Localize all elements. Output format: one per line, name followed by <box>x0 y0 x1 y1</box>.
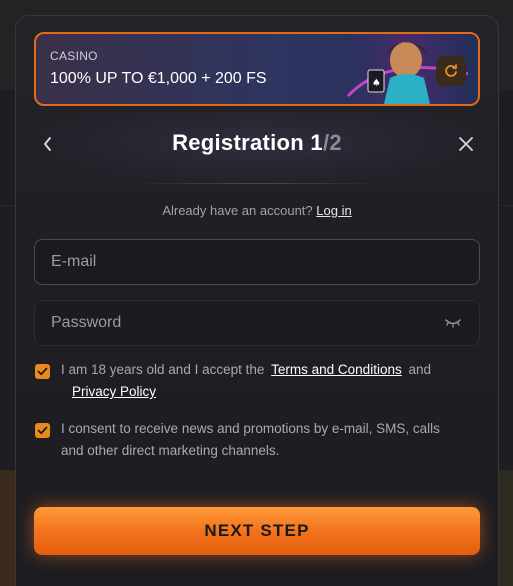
login-prompt-text: Already have an account? <box>162 203 313 218</box>
close-icon <box>459 137 473 151</box>
title-main: Registration 1 <box>172 130 323 155</box>
refresh-icon[interactable] <box>436 56 466 86</box>
registration-modal: CASINO 100% UP TO €1,000 + 200 FS ♠ Regi… <box>15 15 499 586</box>
terms-text: I am 18 years old and I accept the Terms… <box>61 359 464 403</box>
eye-closed-icon <box>445 319 461 328</box>
toggle-password-visibility-button[interactable] <box>442 313 464 333</box>
marketing-consent-text: I consent to receive news and promotions… <box>61 421 440 458</box>
marketing-consent-row: I consent to receive news and promotions… <box>34 418 464 462</box>
marketing-checkbox[interactable] <box>35 423 50 438</box>
login-prompt: Already have an account? Log in <box>16 203 498 218</box>
terms-and: and <box>408 362 432 377</box>
checkmark-icon <box>37 426 48 435</box>
terms-consent-row: I am 18 years old and I accept the Terms… <box>34 359 464 403</box>
terms-text-before: I am 18 years old and I accept the <box>61 362 265 377</box>
privacy-policy-link[interactable]: Privacy Policy <box>61 384 159 399</box>
title-step-total: /2 <box>322 130 342 155</box>
close-button[interactable] <box>454 132 478 156</box>
svg-text:♠: ♠ <box>372 78 381 89</box>
password-field[interactable] <box>34 300 480 346</box>
promo-label: CASINO <box>50 49 98 63</box>
terms-link[interactable]: Terms and Conditions <box>268 362 405 377</box>
login-link[interactable]: Log in <box>316 203 351 218</box>
page-title: Registration 1/2 <box>16 130 498 156</box>
checkmark-icon <box>37 367 48 376</box>
next-step-button[interactable]: NEXT STEP <box>34 507 480 555</box>
terms-checkbox[interactable] <box>35 364 50 379</box>
email-field[interactable] <box>34 239 480 285</box>
header-divider <box>126 183 388 184</box>
promo-banner[interactable]: CASINO 100% UP TO €1,000 + 200 FS ♠ <box>34 32 480 106</box>
promo-title: 100% UP TO €1,000 + 200 FS <box>50 70 267 87</box>
